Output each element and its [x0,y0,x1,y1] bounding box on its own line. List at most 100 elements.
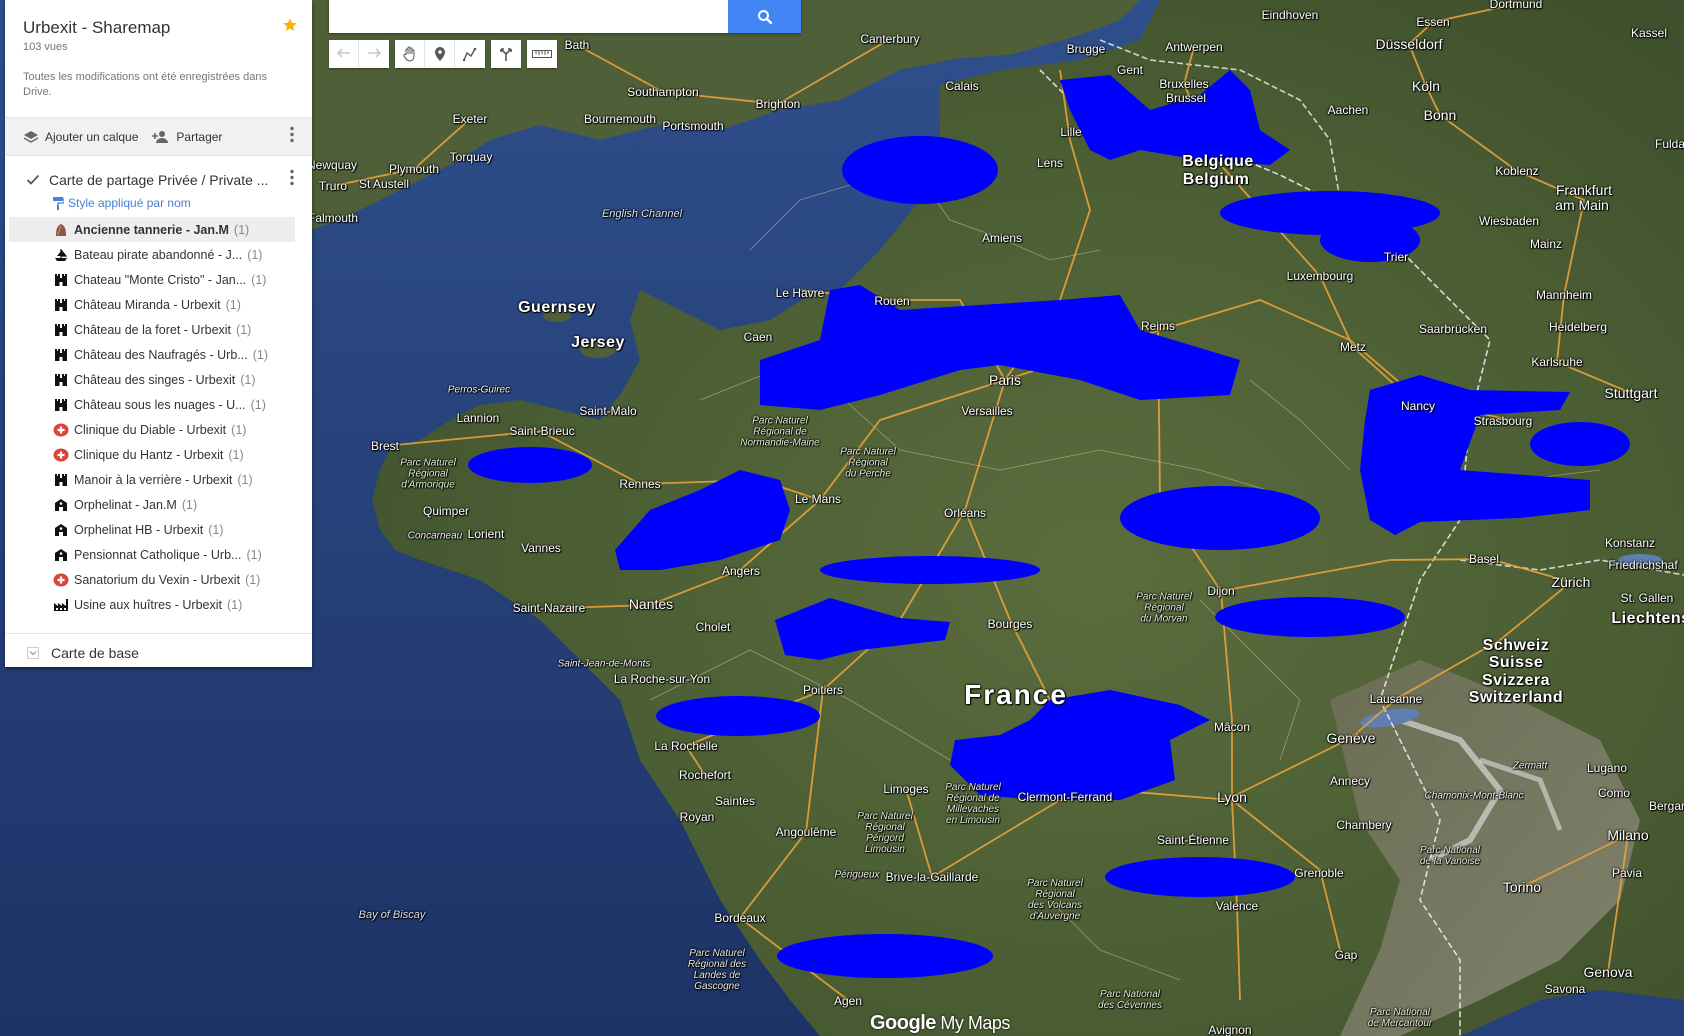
layer-visibility-checkbox[interactable] [26,173,40,187]
undo-button[interactable] [329,40,359,68]
list-item[interactable]: Château Miranda - Urbexit (1) [9,292,295,317]
hand-icon [402,46,414,62]
list-item-label: Chateau "Monte Cristo" - Jan... [74,272,247,287]
list-item-count: (1) [245,572,261,587]
list-item-count: (1) [240,372,256,387]
view-count: 103 vues [23,41,68,53]
share-label: Partager [176,129,223,144]
list-item-count: (1) [246,547,262,562]
list-item-label: Château Miranda - Urbexit [74,297,221,312]
save-status: Toutes les modifications ont été enregis… [23,71,267,98]
list-item-count: (1) [236,322,252,337]
layer-name[interactable]: Carte de partage Privée / Private ... [49,172,268,188]
list-item-count: (1) [252,347,268,362]
layer-options-button[interactable] [290,169,294,191]
list-item-count: (1) [225,297,241,312]
more-vert-icon [290,169,294,186]
base-map-label: Carte de base [51,645,139,661]
list-item-label: Château sous les nuages - U... [74,397,246,412]
share-button[interactable]: Partager [152,130,222,144]
route-group [491,40,521,68]
list-item[interactable]: Château de la foret - Urbexit (1) [9,317,295,342]
castle-icon [53,297,69,313]
measure-group [527,40,557,68]
list-item-count: (1) [231,422,247,437]
more-vert-icon [290,126,294,142]
star-button[interactable] [282,17,298,38]
list-item[interactable]: Clinique du Hantz - Urbexit (1) [9,442,295,467]
redo-icon [368,48,381,58]
list-item[interactable]: Chateau "Monte Cristo" - Jan... (1) [9,267,295,292]
school-icon [53,497,69,513]
list-item[interactable]: Bateau pirate abandonné - J... (1) [9,242,295,267]
pan-tool-button[interactable] [395,40,425,68]
list-item-label: Orphelinat HB - Urbexit [74,522,204,537]
layers-icon [23,130,39,143]
list-item-count: (1) [226,597,243,612]
add-marker-button[interactable] [425,40,455,68]
pirate-icon [53,247,69,263]
list-item-label: Château de la foret - Urbexit [74,322,232,337]
add-person-icon [152,130,169,143]
list-item-count: (1) [181,497,198,512]
route-icon [500,48,512,61]
search-icon [757,9,772,24]
list-item-count: (1) [247,247,263,262]
google-my-maps-logo: Google My Maps [870,1012,1010,1034]
search-button[interactable] [728,0,801,33]
list-item[interactable]: Château des singes - Urbexit (1) [9,367,295,392]
expand-icon [27,647,39,659]
map-title[interactable]: Urbexit - Sharemap [23,18,295,38]
list-item[interactable]: Usine aux huîtres - Urbexit (1) [9,592,295,617]
list-item[interactable]: Sanatorium du Vexin - Urbexit (1) [9,567,295,592]
castle-icon [53,472,69,488]
castle-icon [53,272,69,288]
list-item-label: Clinique du Hantz - Urbexit [74,447,224,462]
map-legend-panel: Urbexit - Sharemap 103 vues Toutes les m… [5,0,312,667]
ruler-icon [532,50,552,58]
list-item-count: (1) [233,222,250,237]
list-item[interactable]: Clinique du Diable - Urbexit (1) [9,417,295,442]
factory-icon [53,597,69,613]
list-item[interactable]: Pensionnat Catholique - Urb... (1) [9,542,295,567]
list-item[interactable]: Orphelinat - Jan.M (1) [9,492,295,517]
hospital-icon [53,447,69,463]
add-directions-button[interactable] [491,40,521,68]
panel-header: Urbexit - Sharemap 103 vues Toutes les m… [5,0,312,98]
list-item[interactable]: Manoir à la verrière - Urbexit (1) [9,467,295,492]
list-item-label: Pensionnat Catholique - Urb... [74,547,242,562]
redo-button[interactable] [359,40,389,68]
panel-actions: Ajouter un calque Partager [5,117,312,156]
search-input[interactable] [329,0,727,33]
map-options-button[interactable] [290,126,294,147]
school-icon [53,547,69,563]
list-item[interactable]: Ancienne tannerie - Jan.M (1) [9,217,295,242]
draw-line-button[interactable] [455,40,485,68]
list-item[interactable]: Orphelinat HB - Urbexit (1) [9,517,295,542]
add-layer-button[interactable]: Ajouter un calque [23,130,138,144]
list-item-count: (1) [251,272,267,287]
add-layer-label: Ajouter un calque [45,129,139,144]
layer-header: Carte de partage Privée / Private ... [5,159,312,201]
list-item-label: Château des singes - Urbexit [74,372,236,387]
list-item-label: Orphelinat - Jan.M [74,497,177,512]
marker-icon [434,47,445,61]
castle-icon [53,397,69,413]
base-map-layer[interactable]: Carte de base [5,634,312,672]
list-item-label: Manoir à la verrière - Urbexit [74,472,233,487]
list-item-count: (1) [250,397,266,412]
castle-icon [53,347,69,363]
checkmark-icon [26,174,40,185]
line-icon [463,47,477,61]
measure-button[interactable] [527,40,557,68]
star-icon [283,18,297,31]
draw-tools-group [395,40,485,68]
castle-icon [53,322,69,338]
list-item-label: Clinique du Diable - Urbexit [74,422,227,437]
list-item-label: Château des Naufragés - Urb... [74,347,248,362]
search-bar [329,0,801,33]
list-item[interactable]: Château sous les nuages - U... (1) [9,392,295,417]
list-item[interactable]: Château des Naufragés - Urb... (1) [9,342,295,367]
list-item-count: (1) [208,522,224,537]
list-item-label: Usine aux huîtres - Urbexit [74,597,222,612]
